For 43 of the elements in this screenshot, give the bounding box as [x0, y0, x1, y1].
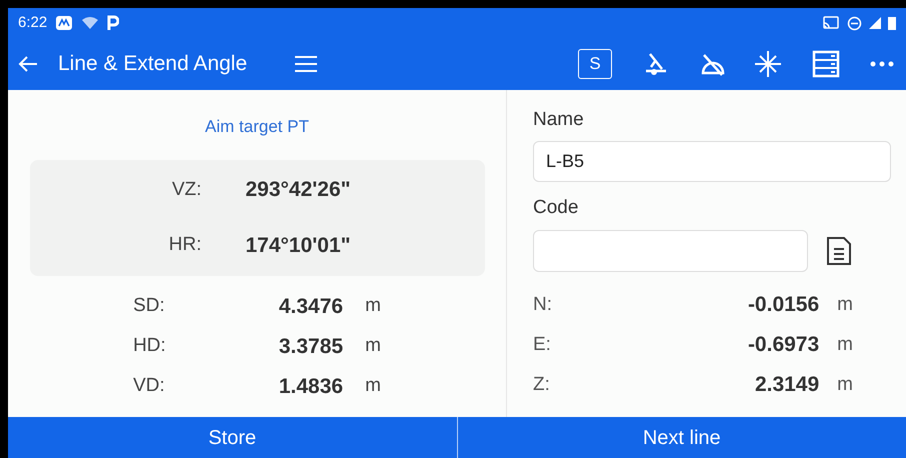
more-icon[interactable]: [870, 61, 894, 67]
distance-label: HD:: [133, 334, 167, 358]
angle-label: VZ:: [170, 178, 202, 202]
unit-label: m: [837, 332, 853, 357]
storage-list-icon[interactable]: [812, 50, 840, 78]
status-time: 6:22: [18, 12, 48, 33]
s-button[interactable]: S: [578, 49, 612, 79]
signal-icon: [868, 16, 882, 30]
coordinate-label: N:: [533, 292, 553, 317]
name-field[interactable]: L-B5: [533, 140, 891, 182]
angle-value: 174°10'01": [246, 232, 351, 258]
menu-icon[interactable]: [295, 55, 318, 73]
parking-icon: [107, 15, 120, 31]
coordinate-value: -0.0156: [746, 292, 820, 318]
distance-label: VD:: [133, 374, 166, 398]
angle-value: 293°42'26": [246, 177, 351, 203]
unit-label: m: [365, 374, 381, 398]
app-notification-icon: [55, 15, 74, 31]
aim-hint: Aim target PT: [205, 116, 309, 138]
coordinate-label: E:: [533, 332, 552, 357]
battery-icon: [888, 16, 896, 30]
unit-label: m: [837, 292, 853, 317]
coordinate-label: Z:: [533, 372, 551, 397]
distance-value: 3.3785: [278, 334, 344, 360]
unit-label: m: [365, 334, 381, 358]
wifi-icon: [81, 16, 100, 30]
back-arrow-icon[interactable]: [18, 55, 38, 73]
name-label: Name: [533, 108, 585, 132]
distance-label: SD:: [133, 294, 166, 318]
laser-icon[interactable]: [754, 50, 782, 78]
document-icon[interactable]: [826, 236, 852, 266]
code-label: Code: [533, 196, 580, 220]
distance-value: 4.3476: [278, 294, 344, 320]
unit-label: m: [365, 294, 381, 318]
coordinate-value: -0.6973: [746, 332, 820, 358]
do-not-disturb-icon: [847, 16, 862, 30]
angle-label: HR:: [168, 233, 202, 257]
code-field[interactable]: [533, 230, 808, 272]
unit-label: m: [837, 372, 853, 397]
screen-title: Line & Extend Angle: [58, 51, 248, 78]
distance-value: 1.4836: [278, 374, 344, 400]
cast-icon: [823, 16, 839, 30]
coordinate-value: 2.3149: [754, 372, 820, 398]
